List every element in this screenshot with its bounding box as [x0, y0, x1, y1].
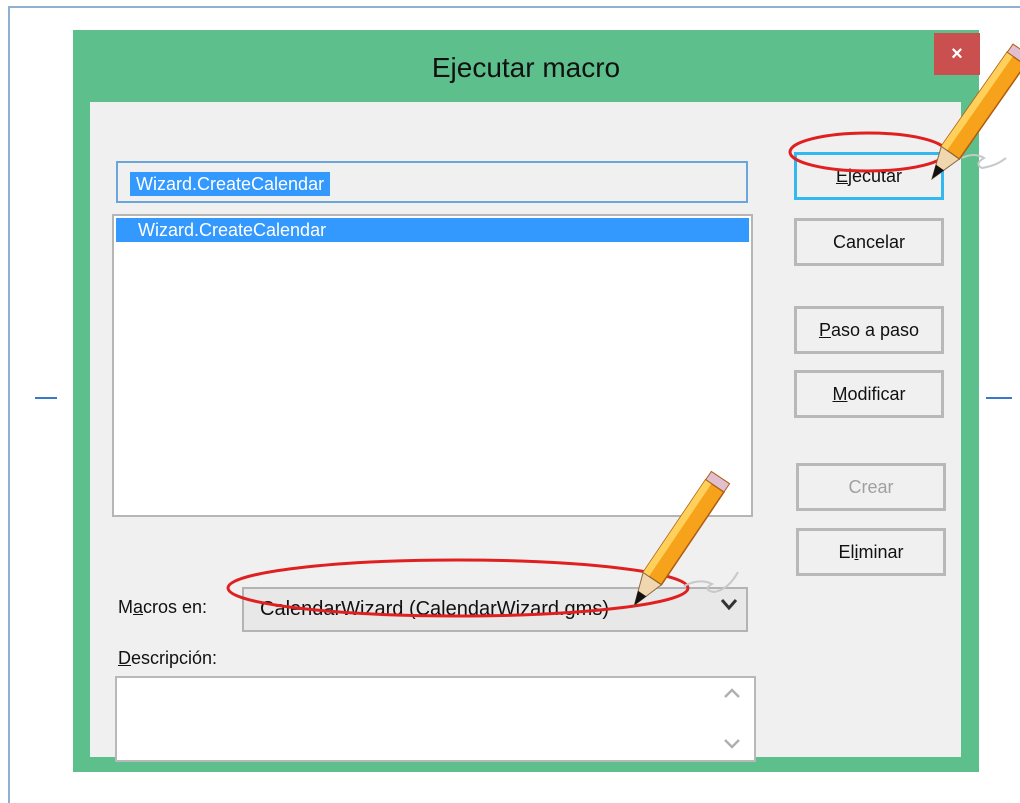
description-field[interactable]	[115, 676, 756, 762]
scroll-down-icon[interactable]	[722, 735, 742, 756]
run-button[interactable]: Ejecutar	[794, 152, 944, 200]
chevron-down-icon[interactable]	[718, 593, 740, 621]
delete-button[interactable]: El i minar	[796, 528, 946, 576]
macros-in-select[interactable]: CalendarWizard (CalendarWizard.gms)	[242, 587, 748, 632]
edit-button[interactable]: Modificar	[794, 370, 944, 418]
step-into-button[interactable]: Paso a paso	[794, 306, 944, 354]
dialog-title: Ejecutar macro	[431, 52, 621, 83]
close-icon: ×	[951, 42, 963, 65]
guide-line-left	[35, 397, 57, 399]
page-border-top	[8, 6, 1020, 8]
dialog-body: Wizard.CreateCalendar Wizard.CreateCalen…	[90, 102, 961, 762]
macros-in-label: Macros en:	[118, 597, 208, 617]
scroll-up-icon[interactable]	[722, 684, 742, 705]
close-button[interactable]: ×	[934, 33, 980, 75]
description-label: Descripción:	[118, 648, 218, 668]
guide-line-right	[986, 397, 1012, 399]
macro-name-value: Wizard.CreateCalendar	[130, 172, 331, 196]
macro-name-input[interactable]: Wizard.CreateCalendar	[116, 161, 748, 203]
create-button: Crear	[796, 463, 946, 511]
title-bar: Ejecutar macro ×	[73, 30, 980, 102]
macros-in-value: CalendarWizard (CalendarWizard.gms)	[260, 598, 609, 620]
page-border-left	[8, 6, 10, 803]
macro-list[interactable]: Wizard.CreateCalendar	[112, 214, 753, 517]
run-macro-dialog: Ejecutar macro × Wizard.CreateCalendar W…	[73, 30, 980, 772]
cancel-button[interactable]: Cancelar	[794, 218, 944, 266]
list-item[interactable]: Wizard.CreateCalendar	[116, 218, 749, 242]
